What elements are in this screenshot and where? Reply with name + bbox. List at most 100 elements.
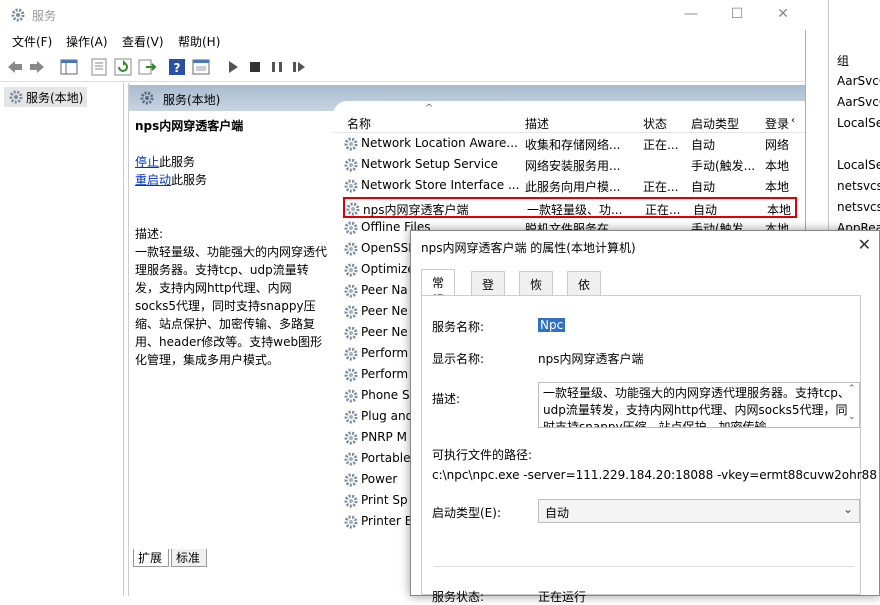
- window-title: 服务: [32, 9, 57, 23]
- startup-type-select[interactable]: 自动 ⌄: [538, 499, 860, 523]
- pane-header-title: 服务(本地): [163, 93, 221, 107]
- description-label: 描述:: [135, 227, 164, 241]
- scroll-up-icon[interactable]: ⌃: [848, 384, 856, 394]
- gear-icon: [346, 202, 360, 216]
- column-header-startup-type[interactable]: 启动类型: [691, 115, 739, 132]
- selected-service-title: nps内网穿透客户端: [135, 119, 244, 133]
- tab-recovery[interactable]: 恢复: [519, 271, 554, 309]
- gear-icon: [344, 305, 358, 319]
- background-cell: netsvcs: [837, 179, 880, 193]
- minimize-button[interactable]: —: [668, 0, 714, 30]
- service-name-value[interactable]: Npc: [538, 318, 566, 332]
- export-icon[interactable]: [138, 58, 156, 76]
- cell-description: 收集和存储网络...: [525, 138, 621, 152]
- background-cell: netsvcs: [837, 200, 880, 214]
- service-status-value: 正在运行: [538, 590, 587, 604]
- menu-help[interactable]: 帮助(H): [178, 33, 220, 50]
- tab-standard[interactable]: 标准: [171, 549, 207, 567]
- gear-icon: [344, 221, 358, 235]
- exe-path-value: c:\npc\npc.exe -server=111.229.184.20:18…: [432, 468, 877, 482]
- tab-dependencies[interactable]: 依存关系: [567, 271, 602, 343]
- properties-dialog: nps内网穿透客户端 的属性(本地计算机) ✕ 常规 登录 恢复 依存关系 服务…: [410, 230, 880, 604]
- scroll-left-icon[interactable]: ‹: [791, 115, 795, 126]
- gear-icon: [140, 91, 154, 105]
- description-text: 一款轻量级、功能强大的内网穿透代理服务器。支持tcp、udp流量转发，支持内网h…: [135, 245, 328, 367]
- menu-bar: 文件(F) 操作(A) 查看(V) 帮助(H): [0, 30, 806, 52]
- console-tree-icon[interactable]: [60, 58, 78, 76]
- restart-icon[interactable]: [290, 58, 308, 76]
- stop-icon[interactable]: [246, 58, 264, 76]
- gear-icon: [344, 347, 358, 361]
- svg-text:?: ?: [174, 61, 181, 75]
- column-header-name[interactable]: 名称: [347, 115, 371, 132]
- toolbar: ?: [0, 52, 806, 82]
- restart-service-link[interactable]: 重启动: [135, 173, 171, 187]
- cell-name: nps内网穿透客户端: [363, 203, 469, 217]
- pause-icon[interactable]: [268, 58, 286, 76]
- menu-file[interactable]: 文件(F): [12, 33, 52, 50]
- gear-icon: [344, 410, 358, 424]
- table-row[interactable]: nps内网穿透客户端 一款轻量级、功... 正在... 自动 本地: [343, 197, 797, 218]
- cell-status: 正在...: [645, 203, 681, 217]
- cell-description: 网络安装服务用...: [525, 159, 621, 173]
- close-button[interactable]: ✕: [760, 0, 806, 30]
- forward-arrow-icon[interactable]: [28, 58, 46, 76]
- tab-general[interactable]: 常规: [421, 269, 456, 307]
- tab-logon[interactable]: 登录: [471, 271, 506, 309]
- tree-item-label: 服务(本地): [26, 91, 84, 105]
- cell-logon: 本地: [765, 180, 790, 194]
- table-row[interactable]: Network Location Aware... 收集和存储网络... 正在...…: [343, 134, 797, 155]
- play-icon[interactable]: [224, 58, 242, 76]
- gear-icon: [344, 137, 358, 151]
- gear-icon: [344, 368, 358, 382]
- table-row[interactable]: Network Store Interface ... 此服务向用户模... 正在.…: [343, 176, 797, 197]
- gear-icon: [344, 389, 358, 403]
- gear-icon: [344, 494, 358, 508]
- sort-up-icon: ^: [425, 103, 434, 114]
- startup-type-value: 自动: [545, 506, 570, 520]
- gear-icon: [344, 326, 358, 340]
- menu-action[interactable]: 操作(A): [66, 33, 108, 50]
- cell-logon: 本地: [767, 203, 792, 217]
- table-row[interactable]: Network Setup Service 网络安装服务用... 手动(触发... 本…: [343, 155, 797, 176]
- stop-service-link[interactable]: 停止: [135, 155, 159, 169]
- gear-icon: [344, 473, 358, 487]
- cell-startup-type: 自动: [691, 138, 716, 152]
- service-status-label: 服务状态:: [432, 590, 485, 604]
- display-name-label: 显示名称:: [432, 352, 485, 366]
- gear-icon: [344, 242, 358, 256]
- cell-status: 正在...: [643, 180, 679, 194]
- cell-description: 此服务向用户模...: [525, 180, 621, 194]
- help-icon[interactable]: ?: [168, 58, 186, 76]
- background-cell: AarSvcG: [837, 95, 880, 109]
- description-textbox[interactable]: 一款轻量级、功能强大的内网穿透代理服务器。支持tcp、udp流量转发，支持内网h…: [538, 382, 860, 428]
- stop-suffix: 此服务: [159, 155, 196, 169]
- description-panel: nps内网穿透客户端 停止此服务 重启动此服务 描述: 一款轻量级、功能强大的内…: [129, 111, 333, 547]
- column-header-status[interactable]: 状态: [643, 115, 667, 132]
- cell-name: Network Setup Service: [361, 157, 499, 171]
- scroll-down-icon[interactable]: ⌄: [848, 412, 856, 422]
- refresh-icon[interactable]: [114, 58, 132, 76]
- view-icon[interactable]: [192, 58, 210, 76]
- cell-startup-type: 手动(触发...: [691, 159, 756, 173]
- dialog-close-button[interactable]: ✕: [858, 235, 871, 254]
- gear-icon: [344, 284, 358, 298]
- gear-icon: [344, 263, 358, 277]
- back-arrow-icon[interactable]: [6, 58, 24, 76]
- cell-description: 一款轻量级、功...: [527, 203, 623, 217]
- cell-name: Network Store Interface ...: [361, 178, 520, 192]
- dialog-title: nps内网穿透客户端 的属性(本地计算机): [421, 241, 636, 255]
- column-header-logon[interactable]: 登录: [765, 115, 789, 132]
- background-cell: LocalSe: [837, 158, 880, 172]
- chevron-down-icon: ⌄: [842, 502, 853, 516]
- background-cell: 组: [837, 54, 850, 68]
- cell-logon: 本地: [765, 159, 790, 173]
- column-header-description[interactable]: 描述: [525, 115, 549, 132]
- exe-path-label: 可执行文件的路径:: [432, 448, 533, 462]
- maximize-button[interactable]: ☐: [714, 0, 760, 30]
- menu-view[interactable]: 查看(V): [122, 33, 164, 50]
- tab-extended[interactable]: 扩展: [133, 549, 169, 567]
- console-tree: 服务(本地): [0, 83, 124, 596]
- properties-icon[interactable]: [90, 58, 108, 76]
- tree-item-services-local[interactable]: 服务(本地): [4, 87, 88, 107]
